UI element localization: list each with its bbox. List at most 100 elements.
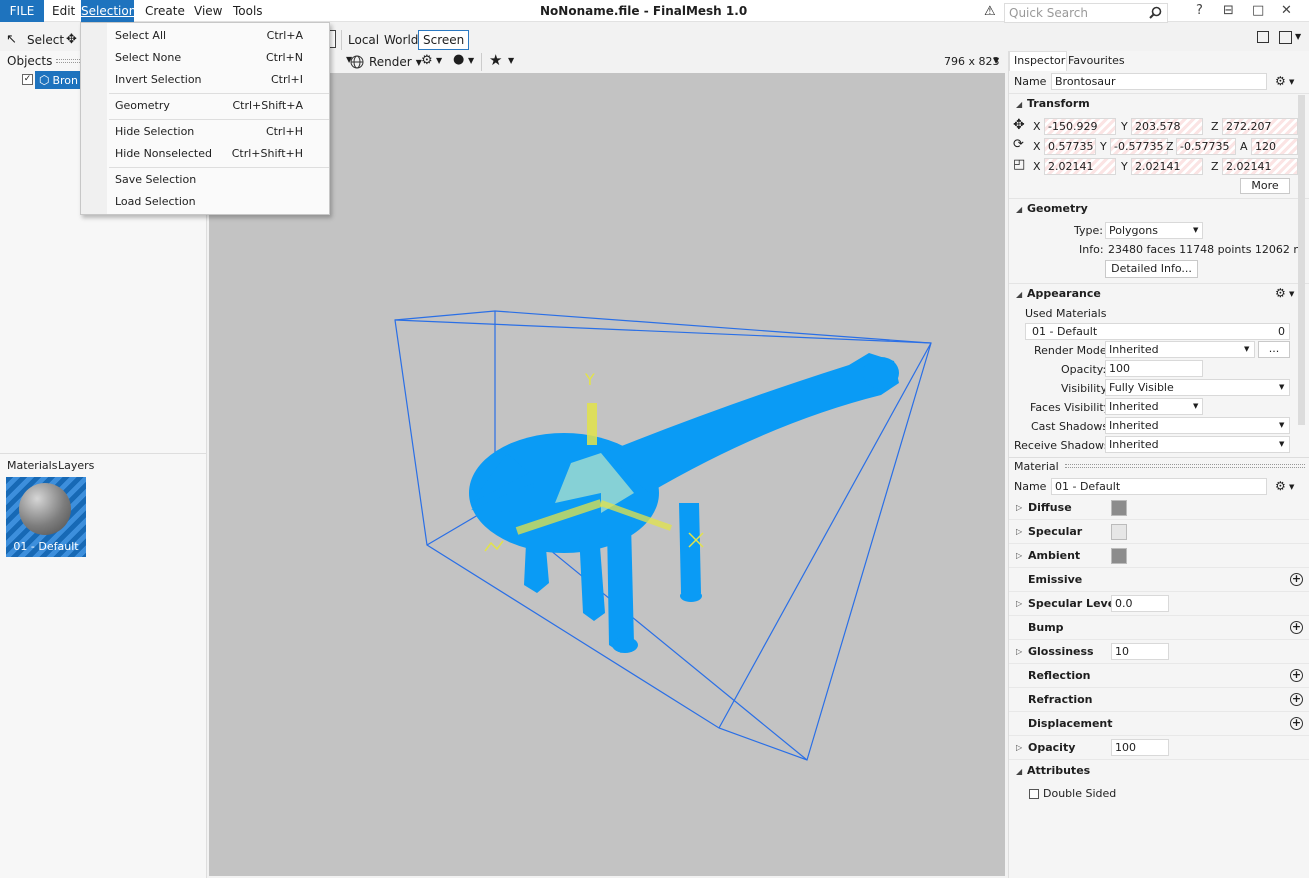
menu-view[interactable]: View [194, 3, 222, 19]
restore-button[interactable]: □ [1252, 3, 1264, 18]
tab-layers[interactable]: Layers [58, 459, 94, 472]
rotation-angle-field[interactable]: 120 [1251, 138, 1298, 155]
expand-arrow-icon[interactable]: ▷ [1016, 640, 1022, 664]
transform-header[interactable]: ◢ Transform [1009, 93, 1309, 113]
material-row-reflection[interactable]: Reflection + [1009, 664, 1309, 688]
menu-item-save-selection[interactable]: Save Selection [115, 173, 317, 186]
panel-grip[interactable] [1065, 464, 1305, 468]
add-map-icon[interactable]: + [1290, 717, 1303, 730]
menu-item-select-all[interactable]: Select All Ctrl+A [115, 29, 317, 42]
gear-icon[interactable]: ⚙ [1275, 286, 1286, 300]
rotation-z-field[interactable]: -0.57735 [1176, 138, 1236, 155]
menu-create[interactable]: Create [145, 3, 185, 19]
material-row-diffuse[interactable]: ▷ Diffuse [1009, 496, 1309, 520]
color-swatch[interactable] [1111, 500, 1127, 516]
rotation-y-field[interactable]: -0.57735 [1110, 138, 1168, 155]
material-row-ambient[interactable]: ▷ Ambient [1009, 544, 1309, 568]
scale-z-field[interactable]: 2.02141 [1222, 158, 1298, 175]
menu-item-invert-selection[interactable]: Invert Selection Ctrl+I [115, 73, 317, 86]
expand-arrow-icon[interactable]: ▷ [1016, 736, 1022, 760]
render-mode-select[interactable]: Inherited [1105, 341, 1255, 358]
add-map-icon[interactable]: + [1290, 621, 1303, 634]
used-material-row[interactable]: 01 - Default 0 [1025, 323, 1290, 340]
search-icon[interactable] [1149, 6, 1162, 19]
attributes-header[interactable]: ◢ Attributes [1009, 761, 1309, 781]
inspector-scrollbar[interactable] [1298, 95, 1305, 425]
material-value-spinner[interactable]: 100 [1111, 739, 1169, 756]
chevron-down-icon[interactable]: ▼ [993, 56, 999, 65]
file-menu[interactable]: FILE [0, 0, 44, 22]
warning-icon[interactable]: ⚠ [984, 4, 996, 19]
chevron-down-icon[interactable]: ▼ [436, 56, 442, 65]
rotation-x-field[interactable]: 0.57735 [1044, 138, 1096, 155]
visibility-select[interactable]: Fully Visible [1105, 379, 1290, 396]
gear-icon[interactable]: ⚙ [421, 53, 433, 68]
menu-item-load-selection[interactable]: Load Selection [115, 195, 317, 208]
tab-favourites[interactable]: Favourites [1068, 54, 1125, 67]
menu-tools[interactable]: Tools [233, 3, 263, 19]
chevron-down-icon[interactable]: ▼ [468, 56, 474, 65]
tab-inspector[interactable]: Inspector [1009, 51, 1067, 71]
add-map-icon[interactable]: + [1290, 693, 1303, 706]
cast-shadows-select[interactable]: Inherited [1105, 417, 1290, 434]
material-row-opacity[interactable]: ▷ Opacity 100 [1009, 736, 1309, 760]
panel-toggle-icon[interactable] [1279, 31, 1292, 44]
material-row-displacement[interactable]: Displacement + [1009, 712, 1309, 736]
minimize-button[interactable]: ⊟ [1223, 3, 1234, 18]
color-swatch[interactable] [1111, 524, 1127, 540]
material-row-emissive[interactable]: Emissive + [1009, 568, 1309, 592]
menu-item-select-none[interactable]: Select None Ctrl+N [115, 51, 317, 64]
quick-search-input[interactable]: Quick Search [1004, 3, 1168, 23]
material-row-glossiness[interactable]: ▷ Glossiness 10 [1009, 640, 1309, 664]
chevron-down-icon[interactable]: ▼ [1295, 32, 1301, 41]
detailed-info-button[interactable]: Detailed Info... [1105, 260, 1198, 278]
material-row-bump[interactable]: Bump + [1009, 616, 1309, 640]
menu-edit[interactable]: Edit [52, 3, 75, 19]
close-button[interactable]: ✕ [1281, 3, 1292, 18]
chevron-down-icon[interactable]: ▼ [1289, 483, 1294, 491]
help-button[interactable]: ? [1196, 3, 1203, 18]
receive-shadows-select[interactable]: Inherited [1105, 436, 1290, 453]
appearance-header[interactable]: ◢ Appearance [1009, 283, 1309, 303]
move-tool-icon[interactable]: ✥ [66, 32, 77, 47]
position-y-field[interactable]: 203.578 [1131, 118, 1203, 135]
chevron-down-icon[interactable]: ▼ [508, 56, 514, 65]
more-button[interactable]: More [1240, 178, 1290, 194]
add-map-icon[interactable]: + [1290, 669, 1303, 682]
coord-world-button[interactable]: World [379, 30, 423, 50]
coord-local-button[interactable]: Local [343, 30, 384, 50]
material-value-spinner[interactable]: 0.0 [1111, 595, 1169, 612]
material-name-field[interactable]: 01 - Default [1051, 478, 1267, 495]
double-sided-checkbox[interactable]: Double Sided [1029, 787, 1116, 800]
expand-arrow-icon[interactable]: ▷ [1016, 592, 1022, 616]
light-bulb-icon[interactable]: ● [453, 52, 464, 67]
scale-x-field[interactable]: 2.02141 [1044, 158, 1116, 175]
render-mode-button[interactable]: Render ▼ [350, 53, 422, 71]
add-map-icon[interactable]: + [1290, 573, 1303, 586]
expand-arrow-icon[interactable]: ▷ [1016, 520, 1022, 544]
menu-item-hide-nonselected[interactable]: Hide Nonselected Ctrl+Shift+H [115, 147, 317, 160]
chevron-down-icon[interactable]: ▼ [1289, 78, 1294, 86]
layout-icon[interactable] [1257, 31, 1269, 43]
menu-item-geometry[interactable]: Geometry Ctrl+Shift+A [115, 99, 317, 112]
material-row-specular-level[interactable]: ▷ Specular Level 0.0 [1009, 592, 1309, 616]
material-value-spinner[interactable]: 10 [1111, 643, 1169, 660]
render-mode-more-button[interactable]: ... [1258, 341, 1290, 358]
object-visibility-checkbox[interactable]: ✓ [22, 74, 33, 85]
star-icon[interactable]: ★ [489, 51, 502, 69]
material-row-specular[interactable]: ▷ Specular [1009, 520, 1309, 544]
expand-arrow-icon[interactable]: ▷ [1016, 496, 1022, 520]
object-name-field[interactable]: Brontosaur [1051, 73, 1267, 90]
tab-materials[interactable]: Materials [7, 459, 57, 472]
expand-arrow-icon[interactable]: ▷ [1016, 544, 1022, 568]
chevron-down-icon[interactable]: ▼ [1289, 290, 1294, 298]
opacity-spinner[interactable]: 100 [1105, 360, 1203, 377]
scale-y-field[interactable]: 2.02141 [1131, 158, 1203, 175]
material-row-refraction[interactable]: Refraction + [1009, 688, 1309, 712]
gear-icon[interactable]: ⚙ [1275, 479, 1286, 493]
geometry-type-select[interactable]: Polygons [1105, 222, 1203, 239]
splitter[interactable] [1009, 457, 1309, 459]
menu-selection[interactable]: Selection [81, 0, 136, 22]
menu-item-hide-selection[interactable]: Hide Selection Ctrl+H [115, 125, 317, 138]
gear-icon[interactable]: ⚙ [1275, 74, 1286, 88]
